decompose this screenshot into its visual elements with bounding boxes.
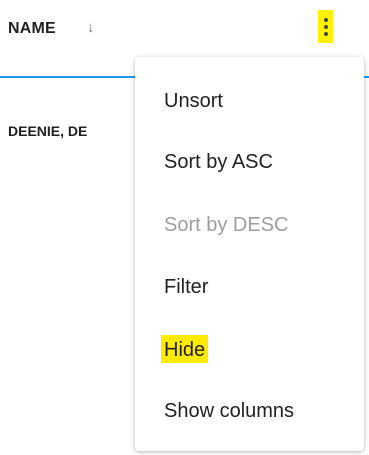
menu-item-hide-label: Hide: [161, 335, 209, 363]
column-menu-button[interactable]: [318, 10, 333, 43]
menu-item-filter[interactable]: Filter: [164, 275, 208, 299]
menu-item-hide[interactable]: Hide: [161, 335, 209, 363]
sort-arrow-down-icon[interactable]: ↓: [87, 20, 95, 35]
table-cell[interactable]: DEENIE, DE: [8, 123, 87, 139]
column-context-menu: Unsort Sort by ASC Sort by DESC Filter H…: [135, 57, 364, 451]
menu-item-sort-asc[interactable]: Sort by ASC: [164, 150, 273, 174]
column-title[interactable]: NAME: [8, 20, 56, 38]
menu-item-show-columns[interactable]: Show columns: [164, 399, 294, 423]
menu-item-sort-desc: Sort by DESC: [164, 214, 289, 236]
kebab-menu-icon: [323, 17, 328, 36]
menu-item-unsort[interactable]: Unsort: [164, 89, 223, 113]
grid-page: NAME ↓ DEENIE, DE Unsort Sort by ASC Sor…: [0, 0, 369, 455]
